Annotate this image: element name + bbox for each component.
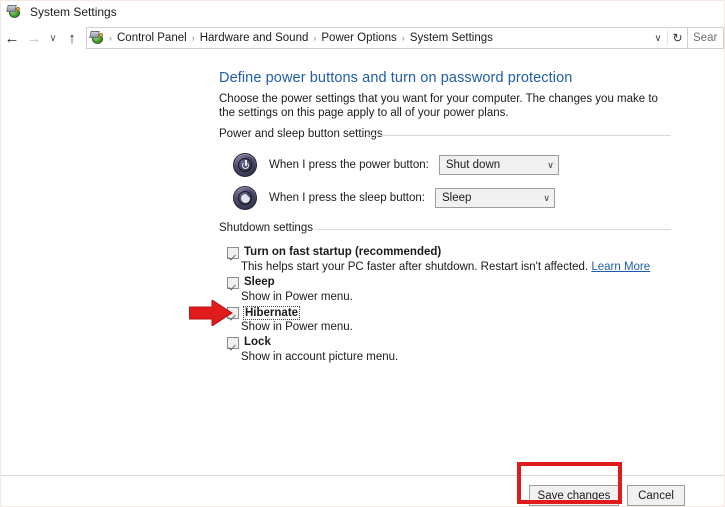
learn-more-link[interactable]: Learn More xyxy=(591,261,650,273)
cancel-button[interactable]: Cancel xyxy=(627,485,685,506)
up-icon[interactable]: ↑ xyxy=(61,26,83,50)
group-divider xyxy=(316,229,671,230)
checkbox-sleep[interactable] xyxy=(227,277,239,289)
address-control-panel-icon xyxy=(89,30,106,46)
checkbox-lock[interactable] xyxy=(227,337,239,349)
checkbox-row-lock[interactable]: Lock xyxy=(227,336,271,349)
recent-locations-chevron-down-icon[interactable]: ∨ xyxy=(45,26,61,50)
checkbox-label-fast-startup: Turn on fast startup (recommended) xyxy=(244,246,442,258)
title-bar: System Settings xyxy=(1,1,724,22)
checkbox-label-sleep: Sleep xyxy=(244,276,275,288)
power-button-row: When I press the power button: Shut down… xyxy=(233,153,559,177)
window-title: System Settings xyxy=(30,4,117,19)
sleep-button-icon xyxy=(233,186,257,210)
annotation-arrow-icon xyxy=(188,299,233,327)
refresh-icon[interactable]: ↻ xyxy=(667,31,687,45)
shutdown-group-header: Shutdown settings xyxy=(219,222,671,236)
breadcrumb-control-panel[interactable]: Control Panel xyxy=(113,32,191,44)
back-icon[interactable]: ← xyxy=(1,26,23,50)
search-input[interactable]: Sear xyxy=(688,27,724,49)
search-placeholder: Sear xyxy=(693,32,718,44)
chevron-down-icon: ∨ xyxy=(543,192,550,203)
checkbox-row-sleep[interactable]: Sleep xyxy=(227,276,275,289)
checkbox-label-lock: Lock xyxy=(244,336,271,348)
helptext-fast-startup: This helps start your PC faster after sh… xyxy=(241,261,650,273)
control-panel-icon xyxy=(6,4,23,20)
power-button-action-value: Shut down xyxy=(445,159,501,171)
page-title: Define power buttons and turn on passwor… xyxy=(219,70,573,86)
navigation-bar: ← → ∨ ↑ › Control Panel › Hardware and S… xyxy=(1,23,724,53)
sleep-button-action-select[interactable]: Sleep ∨ xyxy=(434,188,555,208)
settings-content: Define power buttons and turn on passwor… xyxy=(1,54,724,475)
power-button-icon xyxy=(233,153,257,177)
checkbox-label-hibernate: Hibernate xyxy=(243,306,301,320)
helptext-hibernate: Show in Power menu. xyxy=(241,321,353,333)
checkbox-row-fast-startup[interactable]: Turn on fast startup (recommended) xyxy=(227,246,441,259)
breadcrumb-system-settings[interactable]: System Settings xyxy=(406,32,497,44)
checkbox-row-hibernate[interactable]: Hibernate xyxy=(227,306,301,320)
chevron-down-icon: ∨ xyxy=(547,159,554,170)
address-bar[interactable]: › Control Panel › Hardware and Sound › P… xyxy=(86,27,688,49)
helptext-lock: Show in account picture menu. xyxy=(241,351,399,363)
power-sleep-group-header: Power and sleep button settings xyxy=(219,128,671,142)
page-description: Choose the power settings that you want … xyxy=(219,93,658,119)
power-button-action-select[interactable]: Shut down ∨ xyxy=(438,155,559,175)
sleep-button-row: When I press the sleep button: Sleep ∨ xyxy=(233,186,555,210)
forward-icon[interactable]: → xyxy=(23,26,45,50)
helptext-fast-startup-text: This helps start your PC faster after sh… xyxy=(241,261,589,273)
address-chevron-down-icon[interactable]: ∨ xyxy=(649,33,667,44)
breadcrumb-power-options[interactable]: Power Options xyxy=(317,32,400,44)
annotation-highlight-box xyxy=(517,462,622,504)
power-sleep-group-label: Power and sleep button settings xyxy=(219,128,389,140)
helptext-sleep: Show in Power menu. xyxy=(241,291,353,303)
sleep-button-action-value: Sleep xyxy=(441,192,472,204)
shutdown-group-label: Shutdown settings xyxy=(219,222,319,234)
breadcrumb-hardware-and-sound[interactable]: Hardware and Sound xyxy=(196,32,313,44)
power-button-label: When I press the power button: xyxy=(269,159,429,171)
system-settings-window: System Settings ← → ∨ ↑ › Control Panel … xyxy=(0,0,725,507)
sleep-button-label: When I press the sleep button: xyxy=(269,192,425,204)
group-divider xyxy=(366,135,671,136)
checkbox-fast-startup[interactable] xyxy=(227,247,239,259)
